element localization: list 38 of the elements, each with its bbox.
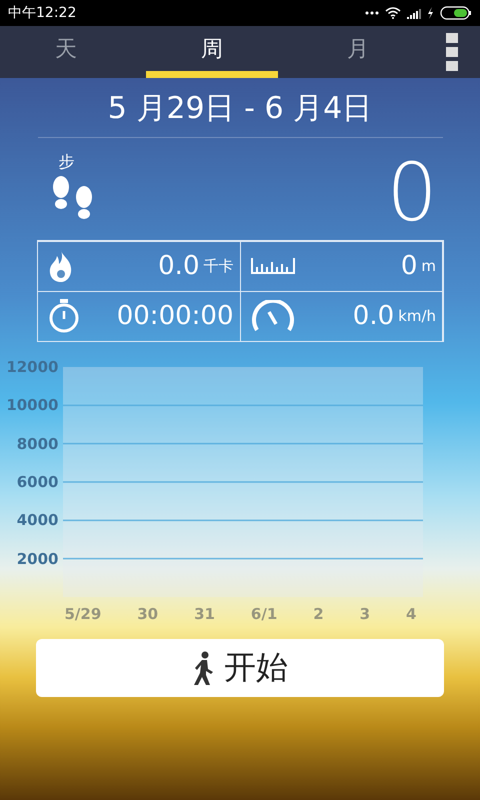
y-tick-label: 12000: [6, 358, 58, 376]
start-button[interactable]: 开始: [36, 639, 444, 697]
wifi-icon: [385, 7, 401, 19]
walking-person-icon: [192, 651, 214, 685]
step-count: 0: [386, 152, 438, 234]
stat-unit: m: [421, 257, 436, 275]
y-tick-label: 4000: [16, 511, 58, 530]
stopwatch-icon: [48, 299, 80, 333]
ruler-icon: [250, 258, 294, 274]
y-tick-label: 8000: [16, 434, 58, 453]
x-tick-label: 5/29: [64, 605, 102, 623]
stat-unit: km/h: [398, 307, 436, 325]
x-tick-label: 31: [194, 605, 215, 623]
flame-icon: [48, 250, 74, 282]
x-tick-label: 2: [313, 605, 324, 623]
battery-icon: [440, 6, 472, 20]
y-tick-label: 6000: [16, 473, 58, 491]
y-tick-label: 2000: [16, 550, 58, 568]
stat-value: 0.0: [158, 251, 200, 281]
x-tick-label: 4: [406, 605, 416, 623]
y-tick-label: 10000: [6, 396, 58, 414]
menu-icon[interactable]: [446, 33, 458, 71]
x-tick-label: 3: [360, 605, 370, 623]
more-dots-icon: [365, 11, 379, 15]
x-tick-label: 6/1: [250, 605, 278, 623]
speedometer-icon: [250, 300, 294, 332]
steps-label: 步: [58, 152, 74, 173]
status-time: 中午12:22: [8, 4, 76, 22]
stat-value: 0.0: [352, 301, 394, 331]
stat-value: 0: [400, 251, 418, 281]
date-range: 5 月29日 - 6 月4日: [108, 90, 372, 128]
period-tab[interactable]: 天: [0, 26, 132, 78]
charging-icon: [427, 7, 434, 19]
signal-icon: [407, 8, 421, 18]
stat-value: 00:00:00: [116, 301, 234, 331]
stat-unit: 千卡: [204, 256, 234, 276]
x-tick-label: 30: [137, 605, 158, 623]
period-tab[interactable]: 月: [292, 26, 424, 78]
